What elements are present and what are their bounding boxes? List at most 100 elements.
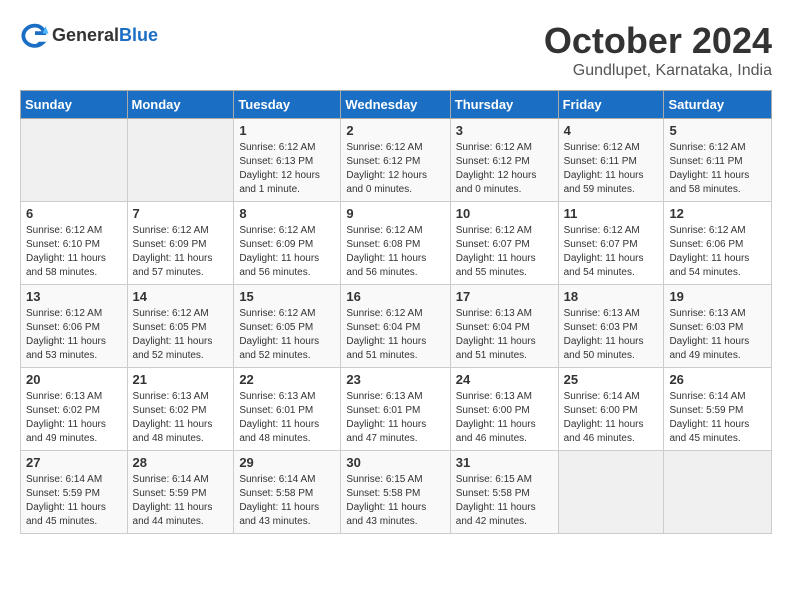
logo-icon <box>20 20 50 50</box>
day-info: Sunrise: 6:14 AM Sunset: 6:00 PM Dayligh… <box>564 390 659 446</box>
calendar-day-cell: 10Sunrise: 6:12 AM Sunset: 6:07 PM Dayli… <box>450 202 558 285</box>
day-number: 27 <box>26 455 122 470</box>
calendar-week-row: 20 Sunrise: 6:13 AM Sunset: 6:02 PM Dayli… <box>21 368 772 451</box>
calendar-day-cell: 22 Sunrise: 6:13 AM Sunset: 6:01 PM Dayli… <box>234 368 341 451</box>
day-info: Sunrise: 6:14 AM Sunset: 5:58 PM Dayligh… <box>239 473 335 529</box>
day-info: Sunrise: 6:12 AM Sunset: 6:05 PM Dayligh… <box>239 307 335 363</box>
calendar-day-cell <box>127 119 234 202</box>
day-info: Sunrise: 6:13 AM Sunset: 6:03 PM Dayligh… <box>669 307 766 363</box>
calendar-day-cell: 31Sunrise: 6:15 AM Sunset: 5:58 PM Dayli… <box>450 451 558 534</box>
weekday-header-cell: Saturday <box>664 91 772 119</box>
calendar-day-cell: 5 Sunrise: 6:12 AM Sunset: 6:11 PM Daylig… <box>664 119 772 202</box>
day-info: Sunrise: 6:12 AM Sunset: 6:08 PM Dayligh… <box>346 224 444 280</box>
logo-blue-text: Blue <box>119 25 158 45</box>
day-number: 24 <box>456 372 553 387</box>
calendar-day-cell: 4Sunrise: 6:12 AM Sunset: 6:11 PM Daylig… <box>558 119 664 202</box>
weekday-header-cell: Thursday <box>450 91 558 119</box>
day-info: Sunrise: 6:13 AM Sunset: 6:01 PM Dayligh… <box>346 390 444 446</box>
calendar-day-cell: 3 Sunrise: 6:12 AM Sunset: 6:12 PM Daylig… <box>450 119 558 202</box>
page-header: GeneralBlue October 2024 Gundlupet, Karn… <box>20 20 772 80</box>
day-info: Sunrise: 6:12 AM Sunset: 6:09 PM Dayligh… <box>133 224 229 280</box>
day-number: 1 <box>239 123 335 138</box>
calendar-day-cell: 11 Sunrise: 6:12 AM Sunset: 6:07 PM Dayli… <box>558 202 664 285</box>
day-number: 19 <box>669 289 766 304</box>
day-number: 5 <box>669 123 766 138</box>
day-info: Sunrise: 6:12 AM Sunset: 6:12 PM Dayligh… <box>456 141 553 197</box>
day-number: 17 <box>456 289 553 304</box>
day-number: 25 <box>564 372 659 387</box>
calendar-day-cell: 2Sunrise: 6:12 AM Sunset: 6:12 PM Daylig… <box>341 119 450 202</box>
calendar-day-cell: 7Sunrise: 6:12 AM Sunset: 6:09 PM Daylig… <box>127 202 234 285</box>
calendar-day-cell: 12Sunrise: 6:12 AM Sunset: 6:06 PM Dayli… <box>664 202 772 285</box>
day-info: Sunrise: 6:12 AM Sunset: 6:10 PM Dayligh… <box>26 224 122 280</box>
day-number: 22 <box>239 372 335 387</box>
calendar-day-cell: 28 Sunrise: 6:14 AM Sunset: 5:59 PM Dayli… <box>127 451 234 534</box>
day-number: 16 <box>346 289 444 304</box>
weekday-header-cell: Monday <box>127 91 234 119</box>
day-info: Sunrise: 6:13 AM Sunset: 6:01 PM Dayligh… <box>239 390 335 446</box>
location-title: Gundlupet, Karnataka, India <box>544 62 772 80</box>
day-info: Sunrise: 6:13 AM Sunset: 6:03 PM Dayligh… <box>564 307 659 363</box>
day-info: Sunrise: 6:12 AM Sunset: 6:12 PM Dayligh… <box>346 141 444 197</box>
day-info: Sunrise: 6:12 AM Sunset: 6:13 PM Dayligh… <box>239 141 335 197</box>
day-number: 3 <box>456 123 553 138</box>
day-info: Sunrise: 6:12 AM Sunset: 6:11 PM Dayligh… <box>564 141 659 197</box>
calendar-day-cell: 17 Sunrise: 6:13 AM Sunset: 6:04 PM Dayli… <box>450 285 558 368</box>
calendar-day-cell <box>558 451 664 534</box>
day-info: Sunrise: 6:13 AM Sunset: 6:04 PM Dayligh… <box>456 307 553 363</box>
calendar-day-cell: 16 Sunrise: 6:12 AM Sunset: 6:04 PM Dayli… <box>341 285 450 368</box>
day-number: 14 <box>133 289 229 304</box>
calendar-week-row: 27 Sunrise: 6:14 AM Sunset: 5:59 PM Dayli… <box>21 451 772 534</box>
day-info: Sunrise: 6:12 AM Sunset: 6:11 PM Dayligh… <box>669 141 766 197</box>
calendar-day-cell: 25 Sunrise: 6:14 AM Sunset: 6:00 PM Dayli… <box>558 368 664 451</box>
day-info: Sunrise: 6:12 AM Sunset: 6:07 PM Dayligh… <box>456 224 553 280</box>
day-number: 29 <box>239 455 335 470</box>
calendar-body: 1 Sunrise: 6:12 AM Sunset: 6:13 PM Daylig… <box>21 119 772 534</box>
calendar-table: SundayMondayTuesdayWednesdayThursdayFrid… <box>20 90 772 534</box>
calendar-day-cell: 18 Sunrise: 6:13 AM Sunset: 6:03 PM Dayli… <box>558 285 664 368</box>
month-title: October 2024 <box>544 20 772 62</box>
calendar-day-cell <box>21 119 128 202</box>
weekday-header-cell: Wednesday <box>341 91 450 119</box>
day-number: 15 <box>239 289 335 304</box>
day-info: Sunrise: 6:12 AM Sunset: 6:06 PM Dayligh… <box>26 307 122 363</box>
logo: GeneralBlue <box>20 20 158 50</box>
calendar-day-cell: 14 Sunrise: 6:12 AM Sunset: 6:05 PM Dayli… <box>127 285 234 368</box>
day-info: Sunrise: 6:12 AM Sunset: 6:05 PM Dayligh… <box>133 307 229 363</box>
calendar-day-cell: 26Sunrise: 6:14 AM Sunset: 5:59 PM Dayli… <box>664 368 772 451</box>
day-info: Sunrise: 6:12 AM Sunset: 6:07 PM Dayligh… <box>564 224 659 280</box>
day-number: 28 <box>133 455 229 470</box>
weekday-header-cell: Friday <box>558 91 664 119</box>
day-info: Sunrise: 6:14 AM Sunset: 5:59 PM Dayligh… <box>26 473 122 529</box>
day-number: 8 <box>239 206 335 221</box>
weekday-header-cell: Sunday <box>21 91 128 119</box>
day-number: 11 <box>564 206 659 221</box>
weekday-header-cell: Tuesday <box>234 91 341 119</box>
day-number: 31 <box>456 455 553 470</box>
day-number: 20 <box>26 372 122 387</box>
calendar-week-row: 13 Sunrise: 6:12 AM Sunset: 6:06 PM Dayli… <box>21 285 772 368</box>
day-number: 23 <box>346 372 444 387</box>
day-number: 21 <box>133 372 229 387</box>
day-info: Sunrise: 6:13 AM Sunset: 6:02 PM Dayligh… <box>133 390 229 446</box>
calendar-day-cell: 30 Sunrise: 6:15 AM Sunset: 5:58 PM Dayli… <box>341 451 450 534</box>
day-number: 12 <box>669 206 766 221</box>
day-info: Sunrise: 6:12 AM Sunset: 6:04 PM Dayligh… <box>346 307 444 363</box>
calendar-day-cell: 29 Sunrise: 6:14 AM Sunset: 5:58 PM Dayli… <box>234 451 341 534</box>
title-area: October 2024 Gundlupet, Karnataka, India <box>544 20 772 80</box>
day-number: 18 <box>564 289 659 304</box>
day-number: 26 <box>669 372 766 387</box>
calendar-week-row: 1 Sunrise: 6:12 AM Sunset: 6:13 PM Daylig… <box>21 119 772 202</box>
day-info: Sunrise: 6:14 AM Sunset: 5:59 PM Dayligh… <box>133 473 229 529</box>
day-number: 9 <box>346 206 444 221</box>
day-info: Sunrise: 6:13 AM Sunset: 6:00 PM Dayligh… <box>456 390 553 446</box>
day-info: Sunrise: 6:12 AM Sunset: 6:09 PM Dayligh… <box>239 224 335 280</box>
day-info: Sunrise: 6:15 AM Sunset: 5:58 PM Dayligh… <box>346 473 444 529</box>
calendar-day-cell: 13 Sunrise: 6:12 AM Sunset: 6:06 PM Dayli… <box>21 285 128 368</box>
calendar-day-cell: 20Sunrise: 6:13 AM Sunset: 6:02 PM Dayli… <box>21 368 128 451</box>
calendar-day-cell: 27 Sunrise: 6:14 AM Sunset: 5:59 PM Dayli… <box>21 451 128 534</box>
day-number: 13 <box>26 289 122 304</box>
logo-general-text: General <box>52 25 119 45</box>
day-number: 30 <box>346 455 444 470</box>
calendar-day-cell: 21 Sunrise: 6:13 AM Sunset: 6:02 PM Dayli… <box>127 368 234 451</box>
